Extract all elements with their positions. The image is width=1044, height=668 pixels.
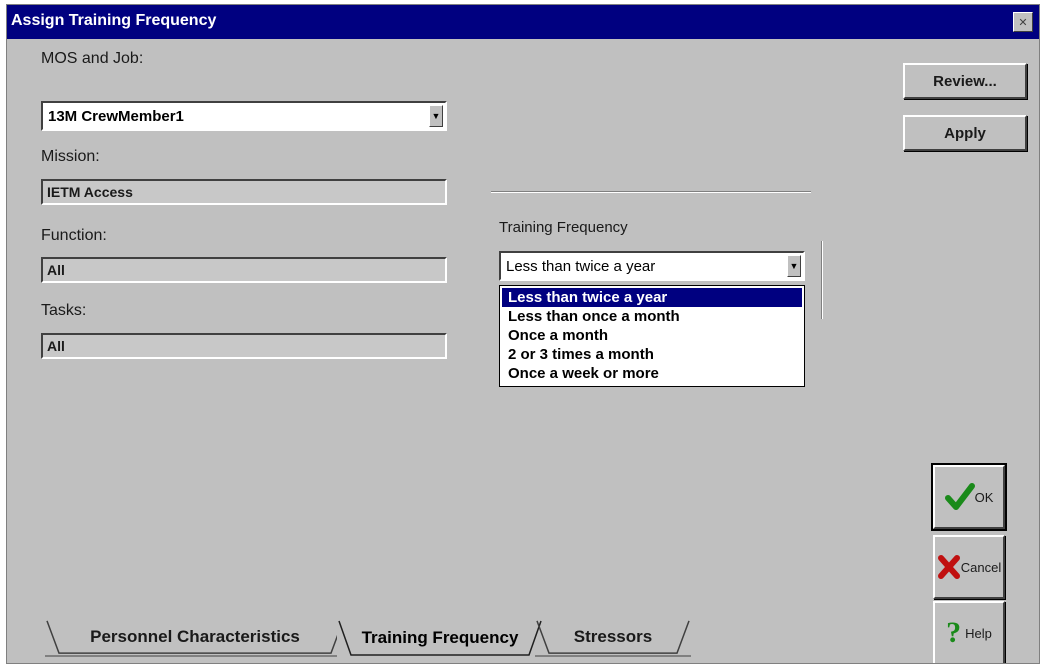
mos-job-dropdown-button[interactable]: ▼ [429, 105, 443, 127]
mos-job-value: 13M CrewMember1 [48, 108, 184, 125]
ok-button[interactable]: OK [931, 463, 1007, 531]
dropdown-option-2-or-3-times-a-month[interactable]: 2 or 3 times a month [502, 345, 802, 364]
dialog-window: Assign Training Frequency ✕ MOS and Job:… [6, 4, 1040, 664]
dropdown-option-once-a-month[interactable]: Once a month [502, 326, 802, 345]
tab-label: Personnel Characteristics [90, 627, 300, 646]
function-field: All [41, 257, 447, 283]
red-x-icon [937, 555, 960, 579]
mission-field: IETM Access [41, 179, 447, 205]
title-bar: Assign Training Frequency ✕ [7, 5, 1039, 39]
dropdown-option-less-than-once-a-month[interactable]: Less than once a month [502, 307, 802, 326]
tab-personnel-characteristics[interactable]: Personnel Characteristics [45, 619, 345, 657]
tasks-label: Tasks: [41, 302, 87, 319]
dropdown-option-less-than-twice-a-year[interactable]: Less than twice a year [502, 288, 802, 307]
mos-job-select[interactable]: 13M CrewMember1 ▼ [41, 101, 447, 131]
cancel-label: Cancel [960, 559, 1002, 575]
apply-button[interactable]: Apply [903, 115, 1027, 151]
help-label: Help [965, 625, 992, 641]
tab-label: Stressors [573, 627, 653, 646]
checkmark-icon [944, 483, 975, 510]
training-frequency-value: Less than twice a year [506, 258, 656, 275]
ok-label: OK [974, 489, 994, 505]
training-frequency-select[interactable]: Less than twice a year ▼ [499, 251, 805, 281]
mission-label: Mission: [41, 148, 100, 165]
cancel-button[interactable]: Cancel [933, 535, 1005, 599]
tab-training-frequency[interactable]: Training Frequency [337, 619, 543, 657]
tab-label: Training Frequency [361, 628, 519, 647]
question-mark-icon: ? [946, 616, 962, 649]
function-label: Function: [41, 227, 107, 244]
group-divider [491, 191, 811, 193]
group-divider-vertical [821, 241, 823, 319]
tab-stressors[interactable]: Stressors [535, 619, 691, 657]
window-title: Assign Training Frequency [11, 12, 217, 29]
training-frequency-dropdown-button[interactable]: ▼ [787, 255, 801, 277]
help-button[interactable]: ? Help [933, 601, 1005, 663]
down-arrow-icon: ▼ [431, 111, 441, 121]
training-frequency-dropdown-list: Less than twice a year Less than once a … [499, 285, 805, 387]
tab-strip: Personnel Characteristics Training Frequ… [45, 619, 705, 659]
mos-job-label: MOS and Job: [41, 50, 144, 67]
dropdown-option-once-a-week-or-more[interactable]: Once a week or more [502, 364, 802, 383]
down-arrow-icon: ▼ [789, 261, 799, 271]
close-icon: ✕ [1018, 16, 1028, 29]
review-button[interactable]: Review... [903, 63, 1027, 99]
close-button[interactable]: ✕ [1013, 12, 1033, 32]
training-frequency-label: Training Frequency [499, 219, 628, 236]
tasks-field: All [41, 333, 447, 359]
